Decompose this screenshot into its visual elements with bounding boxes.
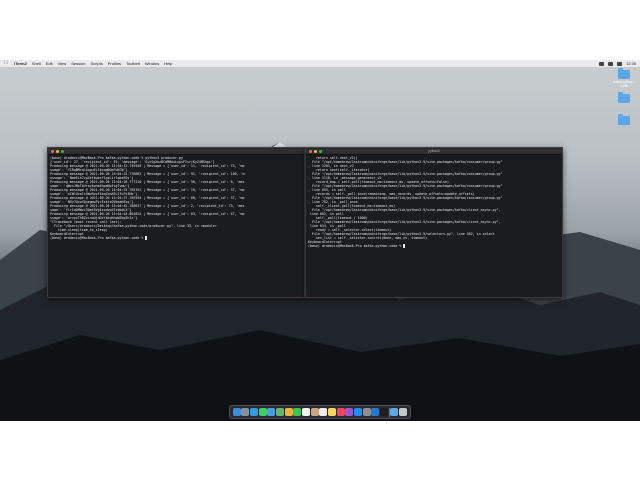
cursor: [145, 236, 148, 240]
podcasts-icon[interactable]: [345, 408, 354, 416]
desktop-folder-2[interactable]: [612, 92, 636, 104]
zoom-icon[interactable]: [61, 149, 64, 153]
terminal-output[interactable]: (base) dradecic@MacBook-Pro kafka-python…: [50, 156, 302, 295]
photos-icon[interactable]: [284, 408, 293, 416]
cursor: [403, 244, 406, 248]
minimize-icon[interactable]: [56, 149, 59, 153]
window-title: python3: [428, 149, 440, 153]
menu-scripts[interactable]: Scripts: [90, 60, 102, 67]
dock: [229, 405, 411, 419]
safari-icon[interactable]: [250, 408, 259, 416]
title-bar[interactable]: python3: [306, 148, 562, 155]
finder-icon[interactable]: [232, 408, 241, 416]
desktop:  iTerm2 Shell Edit View Session Scripts…: [0, 60, 640, 421]
terminal-line: (base) dradecic@MacBook-Pro kafka-python…: [50, 236, 148, 240]
menu-window[interactable]: Window: [145, 60, 159, 67]
terminal-line: (base) dradecic@MacBook-Pro kafka-python…: [308, 244, 406, 248]
wifi-icon[interactable]: [607, 61, 613, 66]
messages-icon[interactable]: [258, 408, 267, 416]
reminders-icon[interactable]: [319, 408, 328, 416]
close-icon[interactable]: [51, 149, 54, 153]
apple-icon[interactable]: : [3, 60, 9, 67]
trash-icon[interactable]: [399, 408, 408, 416]
terminal-window-producer[interactable]: (base) dradecic@MacBook-Pro kafka-python…: [47, 147, 305, 298]
facetime-icon[interactable]: [293, 408, 302, 416]
notes-icon[interactable]: [328, 408, 337, 416]
vscode-icon[interactable]: [371, 408, 380, 416]
iterm-icon[interactable]: [380, 408, 389, 416]
menu-app-name[interactable]: iTerm2: [14, 60, 27, 67]
downloads-icon[interactable]: [390, 408, 399, 416]
desktop-folder-3[interactable]: [612, 114, 636, 126]
menu-bar:  iTerm2 Shell Edit View Session Scripts…: [0, 60, 640, 68]
folder-icon: [618, 68, 630, 79]
contacts-icon[interactable]: [310, 408, 319, 416]
terminal-output[interactable]: return self.next_v2() File "/opt/homebre…: [308, 156, 560, 295]
desktop-folder-label: kafka-python-code: [613, 80, 635, 88]
menu-help[interactable]: Help: [164, 60, 172, 67]
menu-view[interactable]: View: [58, 60, 67, 67]
menu-shell[interactable]: Shell: [32, 60, 41, 67]
mail-icon[interactable]: [267, 408, 276, 416]
menu-profiles[interactable]: Profiles: [108, 60, 121, 67]
folder-icon: [618, 114, 630, 125]
terminal-window-consumer[interactable]: python3 return self.next_v2() File "/opt…: [305, 147, 563, 298]
settings-icon[interactable]: [362, 408, 371, 416]
menu-toolbelt[interactable]: Toolbelt: [126, 60, 140, 67]
menu-edit[interactable]: Edit: [46, 60, 53, 67]
battery-icon[interactable]: [598, 61, 604, 66]
desktop-folder-kafka-python-code[interactable]: kafka-python-code: [612, 68, 636, 88]
control-center-icon[interactable]: [616, 61, 622, 66]
folder-icon: [618, 92, 630, 103]
music-icon[interactable]: [336, 408, 345, 416]
calendar-icon[interactable]: [302, 408, 311, 416]
appstore-icon[interactable]: [354, 408, 363, 416]
title-bar[interactable]: [48, 148, 304, 155]
maps-icon[interactable]: [276, 408, 285, 416]
launchpad-icon[interactable]: [241, 408, 250, 416]
menu-session[interactable]: Session: [71, 60, 85, 67]
menu-clock[interactable]: 12:36: [626, 60, 636, 67]
